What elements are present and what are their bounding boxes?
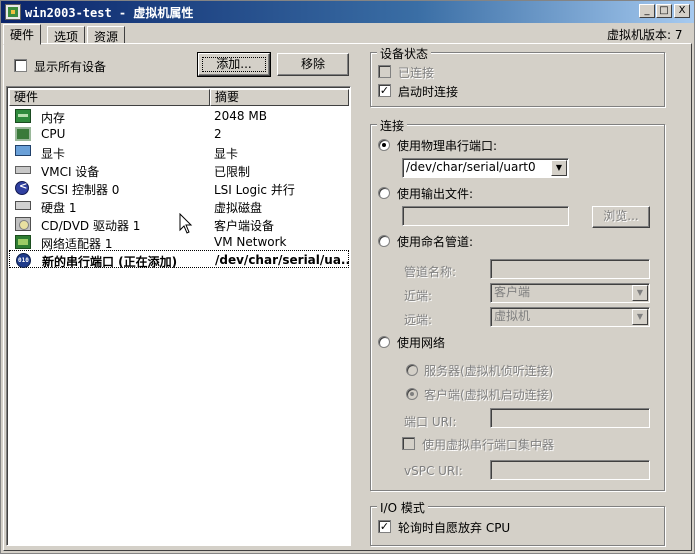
client-label: 客户端(虚拟机启动连接) [424,388,554,402]
hardware-row-vmci[interactable]: VMCI 设备 已限制 [9,161,349,179]
device-status-group: 设备状态 已连接 ✓ 启动时连接 [370,45,665,107]
output-file-label: 使用输出文件: [397,187,474,201]
hardware-row-serial-port[interactable]: 新的串行端口 (正在添加) /dev/char/serial/ua... [9,250,350,269]
title-bar[interactable]: win2003-test - 虚拟机属性 _ □ X [1,1,694,23]
pipe-name-input[interactable] [490,259,650,279]
row-name: 硬盘 1 [41,201,77,215]
use-vspc-checkbox[interactable] [402,437,415,450]
hardware-row-cpu[interactable]: CPU 2 [9,125,349,143]
chevron-down-icon[interactable]: ▼ [632,309,648,325]
row-name: 内存 [41,111,66,125]
row-summary: 2 [214,127,222,141]
cd-dvd-icon [15,217,31,231]
row-summary: /dev/char/serial/ua... [215,253,350,267]
far-end-value: 虚拟机 [494,309,531,323]
row-summary: 2048 MB [214,109,267,123]
client-radio[interactable] [406,388,418,400]
hardware-row-display[interactable]: 显卡 显卡 [9,143,349,161]
row-name: CD/DVD 驱动器 1 [41,219,141,233]
row-name: 新的串行端口 (正在添加) [42,255,178,269]
tab-hardware[interactable]: 硬件 [3,24,42,45]
properties-window: win2003-test - 虚拟机属性 _ □ X 硬件 选项 资源 虚拟机版… [0,0,695,554]
scsi-controller-icon [15,181,29,195]
list-header: 硬件 摘要 [9,89,349,106]
connected-label: 已连接 [398,66,435,80]
hardware-row-network-adapter[interactable]: 网络适配器 1 VM Network [9,233,349,251]
server-label: 服务器(虚拟机侦听连接) [424,364,554,378]
physical-port-radio[interactable] [378,139,390,151]
near-end-value: 客户端 [494,285,531,299]
mouse-cursor-icon [179,213,193,234]
row-summary: 客户端设备 [214,219,275,233]
browse-button[interactable]: 浏览... [592,206,650,228]
use-vspc-label: 使用虚拟串行端口集中器 [422,438,555,452]
far-end-label: 远端: [404,313,433,327]
vspc-uri-input[interactable] [490,460,650,480]
remove-button[interactable]: 移除 [277,53,349,76]
vmci-icon [15,166,31,174]
far-end-dropdown[interactable]: 虚拟机 ▼ [490,307,650,327]
network-radio[interactable] [378,336,390,348]
show-all-devices-label: 显示所有设备 [34,60,107,74]
output-file-radio[interactable] [378,187,390,199]
row-name: CPU [41,127,66,141]
physical-port-label: 使用物理串行端口: [397,139,498,153]
network-adapter-icon [15,235,31,249]
chevron-down-icon[interactable]: ▼ [551,160,567,176]
yield-cpu-checkbox[interactable]: ✓ [378,520,391,533]
connection-group: 连接 使用物理串行端口: /dev/char/serial/uart0 ▼ 使用… [370,117,665,491]
vm-app-icon [5,4,21,20]
column-header-hardware[interactable]: 硬件 [9,89,210,106]
row-summary: LSI Logic 并行 [214,183,295,197]
hardware-row-memory[interactable]: 内存 2048 MB [9,107,349,125]
row-summary: VM Network [214,235,287,249]
tab-options[interactable]: 选项 [47,26,86,44]
row-name: SCSI 控制器 0 [41,183,120,197]
row-name: 显卡 [41,147,66,161]
window-title: win2003-test - 虚拟机属性 [25,6,194,20]
connect-at-power-on-checkbox[interactable]: ✓ [378,84,391,97]
physical-port-value: /dev/char/serial/uart0 [406,160,536,174]
port-uri-input[interactable] [490,408,650,428]
row-summary: 显卡 [214,147,239,161]
named-pipe-radio[interactable] [378,235,390,247]
io-mode-group: I/O 模式 ✓ 轮询时自愿放弃 CPU [370,499,665,546]
maximize-button[interactable]: □ [656,4,672,18]
network-label: 使用网络 [397,336,446,350]
physical-port-dropdown[interactable]: /dev/char/serial/uart0 ▼ [402,158,569,178]
row-summary: 已限制 [214,165,251,179]
pipe-name-label: 管道名称: [404,265,457,279]
near-end-dropdown[interactable]: 客户端 ▼ [490,283,650,303]
device-status-title: 设备状态 [377,45,432,62]
connected-checkbox[interactable] [378,65,391,78]
port-uri-label: 端口 URI: [404,415,457,429]
memory-icon [15,109,31,123]
near-end-label: 近端: [404,289,433,303]
hard-disk-icon [15,201,31,210]
focus-rect [202,57,266,72]
io-mode-title: I/O 模式 [377,499,428,516]
vm-version-label: 虚拟机版本: 7 [607,28,683,42]
row-name: VMCI 设备 [41,165,100,179]
serial-port-icon [16,253,31,268]
cpu-icon [15,127,31,141]
output-file-input[interactable] [402,206,569,226]
chevron-down-icon[interactable]: ▼ [632,285,648,301]
hardware-row-scsi-controller[interactable]: SCSI 控制器 0 LSI Logic 并行 [9,179,349,197]
close-button[interactable]: X [674,4,690,18]
hardware-list[interactable]: 硬件 摘要 内存 2048 MB CPU 2 显卡 显卡 VMCI 设备 已限制… [6,86,351,546]
show-all-devices-checkbox[interactable] [14,59,27,72]
yield-cpu-label: 轮询时自愿放弃 CPU [398,521,511,535]
column-header-summary[interactable]: 摘要 [210,89,349,106]
named-pipe-label: 使用命名管道: [397,235,474,249]
server-radio[interactable] [406,364,418,376]
connect-at-power-on-label: 启动时连接 [398,85,459,99]
tab-resources[interactable]: 资源 [87,26,126,44]
add-button[interactable]: 添加... [197,52,271,77]
display-icon [15,145,31,156]
row-summary: 虚拟磁盘 [214,201,263,215]
minimize-button[interactable]: _ [639,4,655,18]
connection-title: 连接 [377,117,408,134]
vspc-uri-label: vSPC URI: [404,464,463,478]
